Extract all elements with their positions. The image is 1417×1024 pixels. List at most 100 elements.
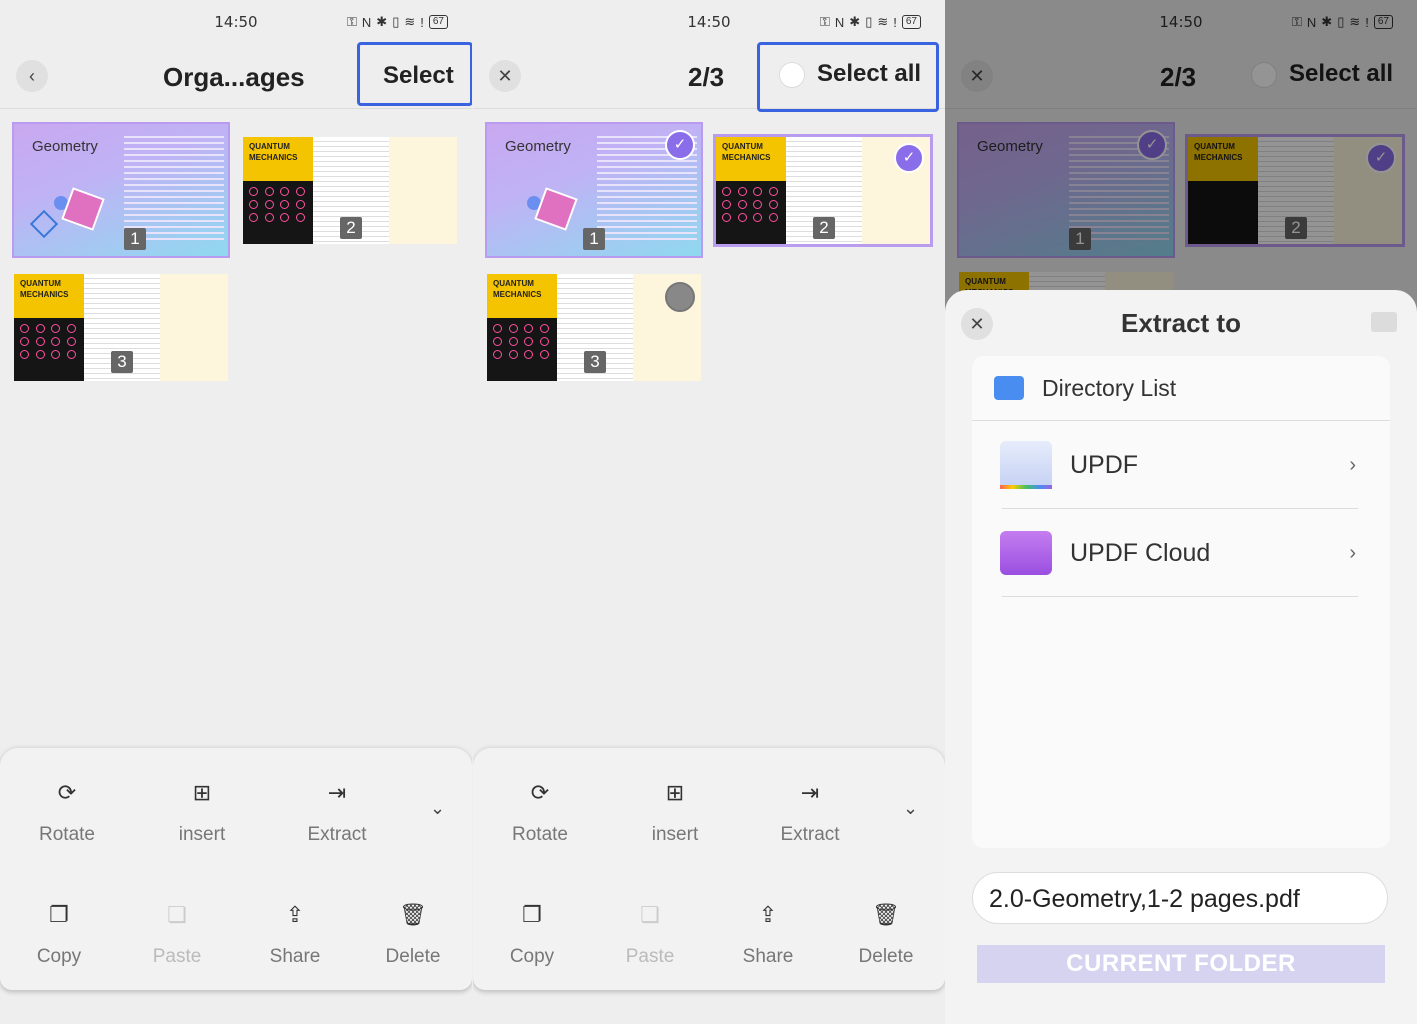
trash-icon: 🗑 [872, 902, 900, 927]
wifi-icon: ≋ [877, 14, 889, 29]
select-all-button[interactable]: Select all [779, 60, 921, 88]
select-all-label: Select all [817, 60, 922, 87]
status-icons: ⚿ N ✱ ▯ ≋ ! 67 [347, 14, 448, 30]
file-name-input[interactable]: 2.0-Geometry,1-2 pages.pdf [972, 872, 1388, 924]
cube-shape [61, 187, 105, 231]
screen-select-pages: 14:50 ⚿ N ✱ ▯ ≋ ! 67 ✕ 2/3 Select all Ge… [473, 0, 945, 1024]
unchecked-circle-icon[interactable] [665, 282, 695, 312]
delete-label: Delete [858, 946, 914, 967]
page-column-dark: QUANTUM MECHANICS [716, 137, 786, 244]
divider [1002, 596, 1358, 597]
page-column-dark: QUANTUM MECHANICS [487, 274, 557, 381]
directory-list-header: Directory List [972, 356, 1390, 421]
folder-row-updf[interactable]: UPDF › [972, 421, 1390, 509]
checkmark-icon[interactable]: ✓ [894, 143, 924, 173]
diamond-shape [29, 209, 59, 239]
top-toolbar: ✕ 2/3 Select all [473, 42, 945, 112]
close-button[interactable]: ✕ [489, 60, 521, 92]
status-bar: 14:50 ⚿ N ✱ ▯ ≋ ! 67 [0, 0, 472, 44]
insert-tool[interactable]: ⊞ insert [620, 780, 730, 846]
page-column-graph [389, 137, 457, 244]
updf-folder-icon [1000, 441, 1052, 489]
chevron-right-icon: › [1349, 453, 1356, 476]
page-title-text: Geometry [505, 138, 571, 155]
top-toolbar: ‹ Orga...ages Select [0, 42, 472, 109]
page-title-text: QUANTUM MECHANICS [716, 137, 786, 181]
wifi-icon: ≋ [404, 14, 416, 29]
page-thumbnail-3[interactable]: QUANTUM MECHANICS 3 [487, 274, 701, 381]
page-text-block [124, 132, 224, 242]
paste-label: Paste [152, 946, 202, 967]
dialog-title: Extract to [1121, 308, 1241, 338]
folder-icon [994, 376, 1024, 400]
page-column-dark: QUANTUM MECHANICS [14, 274, 84, 381]
page-title-text: QUANTUM MECHANICS [14, 274, 84, 318]
copy-tool[interactable]: ❐ Copy [477, 902, 587, 968]
bluetooth-icon: ✱ [376, 14, 388, 29]
trash-icon: 🗑 [399, 902, 427, 927]
share-tool[interactable]: ⇪ Share [713, 902, 823, 968]
share-tool[interactable]: ⇪ Share [240, 902, 350, 968]
back-button[interactable]: ‹ [16, 60, 48, 92]
share-icon: ⇪ [758, 902, 778, 927]
key-icon: ⚿ [346, 14, 357, 29]
select-all-radio[interactable] [779, 61, 805, 88]
chevron-down-icon[interactable]: ⌄ [430, 798, 445, 819]
paste-icon: ❏ [167, 902, 187, 927]
extract-label: Extract [780, 824, 840, 845]
page-thumbnail-2[interactable]: QUANTUM MECHANICS 2 [243, 137, 457, 244]
rotate-icon: ⟳ [57, 780, 77, 805]
delete-tool[interactable]: 🗑 Delete [831, 902, 941, 968]
extract-label: Extract [307, 824, 367, 845]
page-thumbnail-1[interactable]: Geometry 1 [12, 122, 230, 258]
status-time: 14:50 [214, 13, 258, 31]
page-tools-sheet: ⟳ Rotate ⊞ insert ⇥ Extract ⌄ ❐ Copy ❏ Paste … [473, 748, 945, 990]
insert-tool[interactable]: ⊞ insert [147, 780, 257, 846]
chevron-right-icon: › [1349, 541, 1356, 564]
page-thumbnail-1[interactable]: Geometry 1 ✓ [485, 122, 703, 258]
page-column-dark: QUANTUM MECHANICS [243, 137, 313, 244]
rotate-tool[interactable]: ⟳ Rotate [485, 780, 595, 846]
orbital-grid [243, 181, 313, 228]
extract-tool[interactable]: ⇥ Extract [755, 780, 865, 846]
cloud-folder-icon [1000, 531, 1052, 575]
extract-icon: ⇥ [800, 780, 820, 805]
copy-label: Copy [509, 946, 555, 967]
page-number-badge: 2 [340, 217, 362, 239]
folder-name: UPDF [1070, 450, 1139, 479]
page-number-badge: 1 [583, 228, 605, 250]
rotate-label: Rotate [39, 824, 95, 845]
copy-tool[interactable]: ❐ Copy [4, 902, 114, 968]
insert-page-icon: ⊞ [192, 780, 212, 805]
copy-icon: ❐ [522, 902, 542, 927]
bluetooth-icon: ✱ [849, 14, 861, 29]
page-title-text: QUANTUM MECHANICS [487, 274, 557, 318]
rotate-label: Rotate [512, 824, 568, 845]
checkmark-icon[interactable]: ✓ [665, 130, 695, 160]
current-folder-button[interactable]: CURRENT FOLDER [977, 945, 1385, 983]
paste-label: Paste [625, 946, 675, 967]
screen-extract-dialog: 14:50 ⚿ N ✱ ▯ ≋ ! 67 ✕ 2/3 Select all Ge… [945, 0, 1417, 1024]
folder-row-updf-cloud[interactable]: UPDF Cloud › [972, 509, 1390, 597]
paste-tool[interactable]: ❏ Paste [595, 902, 705, 968]
status-bar: 14:50 ⚿ N ✱ ▯ ≋ ! 67 [473, 0, 945, 44]
folder-name: UPDF Cloud [1070, 538, 1211, 567]
select-button[interactable]: Select [383, 62, 454, 90]
rotate-tool[interactable]: ⟳ Rotate [12, 780, 122, 846]
page-title-text: Geometry [32, 138, 98, 155]
page-tools-sheet: ⟳ Rotate ⊞ insert ⇥ Extract ⌄ ❐ Copy ❏ Paste … [0, 748, 472, 990]
new-folder-icon[interactable] [1371, 312, 1397, 332]
paste-tool[interactable]: ❏ Paste [122, 902, 232, 968]
insert-label: insert [178, 824, 226, 845]
status-time: 14:50 [687, 13, 731, 31]
screen-organize-pages: 14:50 ⚿ N ✱ ▯ ≋ ! 67 ‹ Orga...ages Selec… [0, 0, 472, 1024]
delete-tool[interactable]: 🗑 Delete [358, 902, 468, 968]
extract-tool[interactable]: ⇥ Extract [282, 780, 392, 846]
chevron-down-icon[interactable]: ⌄ [903, 798, 918, 819]
page-thumbnail-3[interactable]: QUANTUM MECHANICS 3 [14, 274, 228, 381]
share-label: Share [742, 946, 794, 967]
alert-icon: ! [420, 14, 424, 30]
page-thumbnail-2[interactable]: QUANTUM MECHANICS 2 ✓ [713, 134, 933, 247]
nfc-icon: N [361, 14, 372, 30]
battery-icon: 67 [428, 15, 448, 29]
